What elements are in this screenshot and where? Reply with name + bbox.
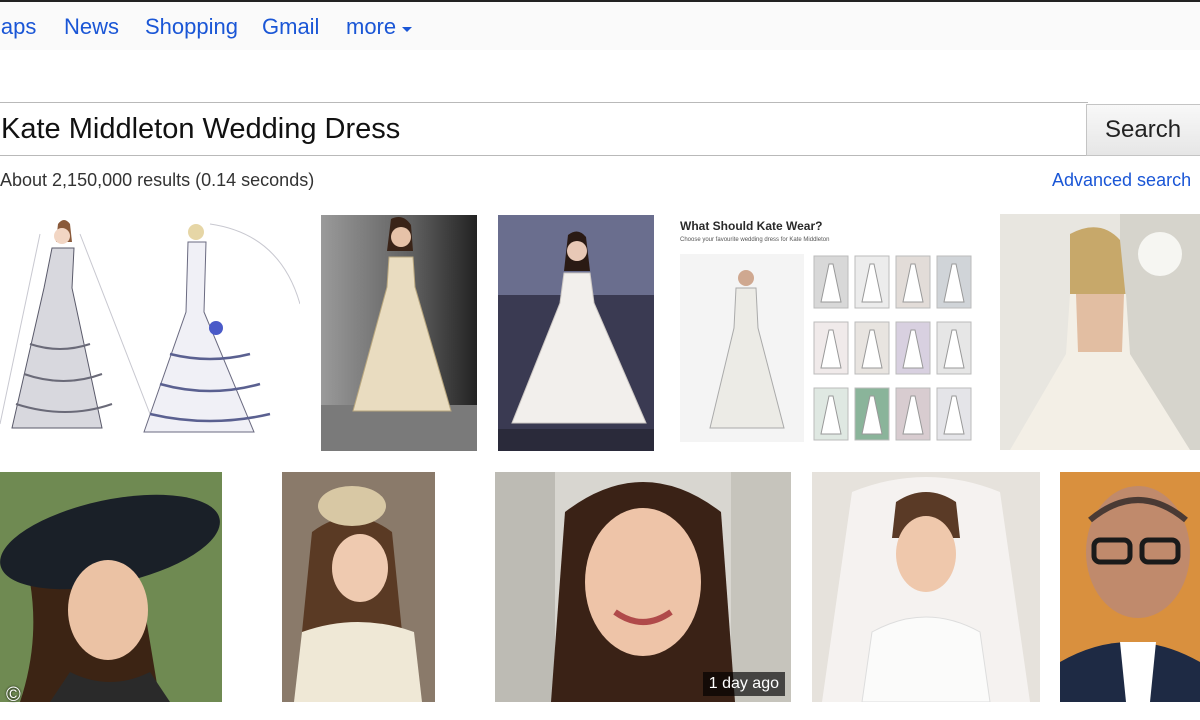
copyright-icon: © <box>6 684 21 706</box>
image-result-bride[interactable] <box>812 472 1040 702</box>
image-result-portrait[interactable]: 1 day ago <box>495 472 791 702</box>
top-nav-bar: laps News Shopping Gmail more <box>0 0 1200 50</box>
image-result-sketch[interactable] <box>0 214 300 450</box>
hat-image <box>0 472 222 702</box>
backless-image <box>1000 214 1200 450</box>
image-result-ballgown[interactable] <box>498 215 654 451</box>
image-result-backless[interactable] <box>1000 214 1200 450</box>
sketch-image <box>0 214 300 450</box>
image-result-hat[interactable] <box>0 472 222 702</box>
search-input[interactable] <box>0 103 1088 155</box>
search-button[interactable]: Search <box>1086 104 1200 156</box>
mosaic-image: What Should Kate Wear? Choose your favou… <box>676 214 978 450</box>
timestamp-badge: 1 day ago <box>702 672 785 696</box>
designer-image <box>1060 472 1200 702</box>
nav-maps-link[interactable]: laps <box>0 14 36 40</box>
search-box <box>0 102 1088 156</box>
fascinator-image <box>282 472 435 702</box>
bride-image <box>812 472 1040 702</box>
nav-more-label: more <box>346 14 397 39</box>
mosaic-title: What Should Kate Wear? <box>680 219 822 233</box>
image-result-gown-runway[interactable] <box>321 215 477 451</box>
mosaic-subtitle: Choose your favourite wedding dress for … <box>680 237 829 243</box>
gown-runway-image <box>321 215 477 451</box>
nav-news-link[interactable]: News <box>64 14 119 40</box>
chevron-down-icon <box>402 26 413 32</box>
nav-gmail-link[interactable]: Gmail <box>262 14 319 40</box>
image-result-designer[interactable] <box>1060 472 1200 702</box>
image-result-fascinator[interactable] <box>282 472 435 702</box>
nav-shopping-link[interactable]: Shopping <box>145 14 238 40</box>
result-stats: About 2,150,000 results (0.14 seconds) <box>0 170 315 190</box>
portrait-image <box>495 472 791 702</box>
image-result-mosaic[interactable]: What Should Kate Wear? Choose your favou… <box>676 214 978 450</box>
ballgown-image <box>498 215 654 451</box>
advanced-search-link[interactable]: Advanced search <box>1052 170 1191 191</box>
nav-more-menu[interactable]: more <box>346 14 413 40</box>
